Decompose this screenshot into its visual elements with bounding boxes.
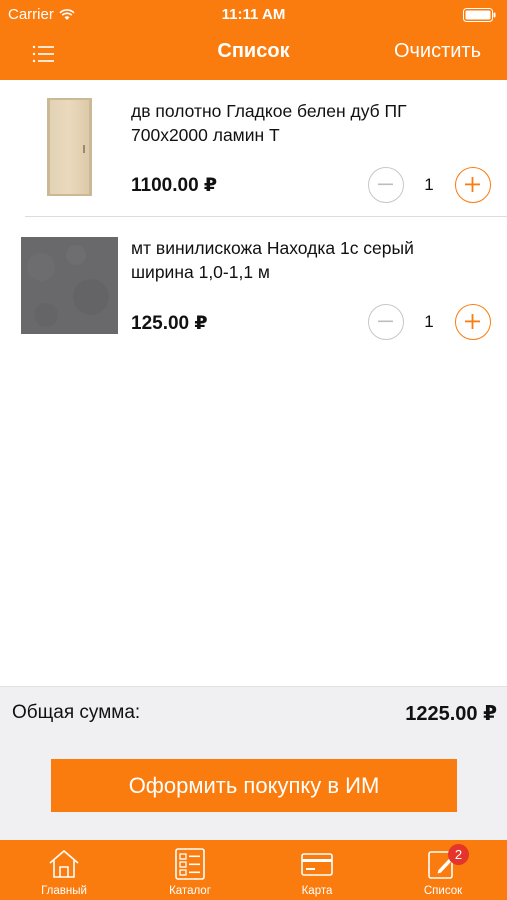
plus-icon — [465, 314, 480, 329]
checkout-button[interactable]: Оформить покупку в ИМ — [51, 759, 457, 812]
gray-vinyl-swatch-image — [21, 237, 118, 334]
status-bar: Carrier 11:11 AM — [0, 0, 507, 28]
increase-quantity-button[interactable] — [455, 167, 491, 203]
item-price: 125.00 ₽ — [131, 313, 208, 334]
plus-icon — [465, 177, 480, 192]
decrease-quantity-button[interactable] — [368, 304, 404, 340]
decrease-quantity-button[interactable] — [368, 167, 404, 203]
cart-count-badge: 2 — [448, 844, 469, 865]
total-label: Общая сумма: — [12, 702, 141, 723]
tab-label: Список — [423, 885, 463, 897]
tab-list[interactable]: 2 Список — [393, 840, 493, 900]
order-summary: Общая сумма: 1225.00 ₽ Оформить покупку … — [0, 686, 507, 841]
home-icon — [49, 850, 79, 878]
card-icon — [301, 853, 333, 876]
item-quantity: 1 — [424, 312, 434, 331]
status-time: 11:11 AM — [221, 6, 286, 23]
cart-item: дв полотно Гладкое белен дуб ПГ 700x2000… — [0, 80, 507, 217]
minus-icon — [378, 183, 393, 186]
tab-label: Карта — [301, 885, 333, 897]
increase-quantity-button[interactable] — [455, 304, 491, 340]
cart-item: мт винилискожа Находка 1с серый ширина 1… — [0, 217, 507, 357]
battery-icon — [463, 8, 496, 22]
catalog-icon — [175, 848, 205, 880]
clear-button[interactable]: Очистить — [394, 40, 481, 63]
tab-label: Каталог — [169, 885, 211, 897]
navigation-bar: Список Очистить — [0, 28, 507, 80]
door-panel-image — [47, 98, 92, 196]
item-quantity: 1 — [424, 175, 434, 194]
total-value: 1225.00 ₽ — [405, 703, 497, 725]
tab-catalog[interactable]: Каталог — [140, 840, 240, 900]
tab-home[interactable]: Главный — [14, 840, 114, 900]
item-price: 1100.00 ₽ — [131, 175, 218, 196]
tab-bar: Главный Каталог Карта 2 Список — [0, 840, 507, 900]
tab-card[interactable]: Карта — [267, 840, 367, 900]
item-name: дв полотно Гладкое белен дуб ПГ 700x2000… — [131, 101, 407, 145]
item-name: мт винилискожа Находка 1с серый ширина 1… — [131, 238, 414, 282]
tab-label: Главный — [41, 885, 87, 897]
minus-icon — [378, 320, 393, 323]
